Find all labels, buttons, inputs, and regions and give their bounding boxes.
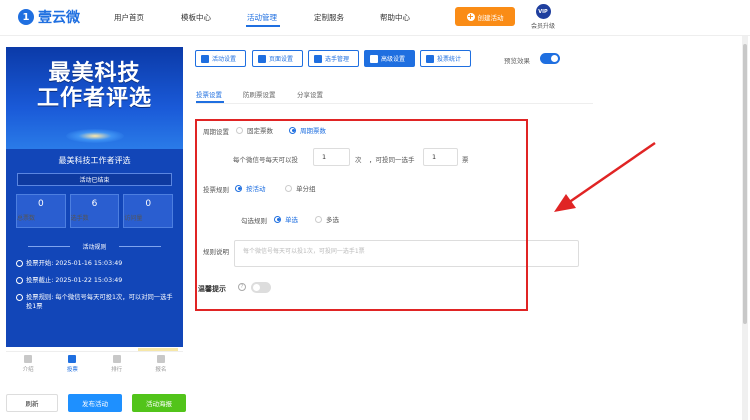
create-activity-label: 创建活动 bbox=[477, 13, 504, 22]
nav-user-home[interactable]: 用户首页 bbox=[114, 12, 144, 23]
nav-custom-service[interactable]: 定制服务 bbox=[314, 12, 344, 23]
plus-icon: + bbox=[466, 11, 475, 21]
tab-intro[interactable]: 介绍 bbox=[6, 352, 50, 377]
page-scrollbar-thumb[interactable] bbox=[743, 44, 747, 324]
nav-help-center[interactable]: 帮助中心 bbox=[380, 12, 410, 23]
ranking-icon bbox=[112, 355, 121, 363]
tab-vote[interactable]: 投票 bbox=[50, 352, 94, 377]
banner-glow-graphic bbox=[66, 129, 124, 143]
signup-icon bbox=[156, 355, 165, 363]
preview-banner: 最美科技 工作者评选 bbox=[6, 47, 183, 149]
banner-line-1: 最美科技 bbox=[48, 61, 141, 86]
logo[interactable]: 1 壹云微 bbox=[18, 7, 80, 27]
clock-icon bbox=[16, 260, 23, 267]
top-nav-bar: 1 壹云微 用户首页 模板中心 活动管理 定制服务 帮助中心 + 创建活动 VI… bbox=[0, 0, 750, 36]
rule-vote-end: 投票截止: 2025-01-22 15:03:49 bbox=[16, 276, 173, 285]
logo-text: 壹云微 bbox=[38, 10, 80, 26]
stat-value: 6 bbox=[91, 199, 98, 209]
tab-signup[interactable]: 报名 bbox=[139, 352, 183, 377]
refresh-button[interactable]: 刷新 bbox=[6, 394, 58, 412]
stat-label: 访问量 bbox=[124, 215, 143, 222]
rule-label: 投票开始: bbox=[26, 260, 54, 267]
bar-chart-icon bbox=[426, 54, 434, 63]
clock-icon bbox=[16, 277, 23, 284]
stat-label: 选手数 bbox=[70, 215, 89, 222]
rule-vote-rule: 投票规则: 每个微信号每天可投1次，可以对同一选手投1票 bbox=[16, 293, 173, 311]
vip-upgrade[interactable]: VIP 会员升级 bbox=[528, 4, 558, 30]
gear-icon bbox=[201, 54, 209, 63]
preview-stats: 0 总票数 6 选手数 0 访问量 bbox=[16, 194, 174, 228]
banner-line-2: 工作者评选 bbox=[36, 86, 152, 111]
vip-badge-icon: VIP bbox=[535, 4, 551, 19]
subtab-share-settings[interactable]: 分享设置 bbox=[297, 89, 323, 99]
users-icon bbox=[314, 54, 322, 63]
preview-effect-toggle[interactable] bbox=[540, 53, 560, 64]
nav-template-center[interactable]: 模板中心 bbox=[181, 12, 211, 23]
intro-icon bbox=[24, 355, 33, 363]
highlight-box bbox=[195, 119, 528, 311]
rule-label: 投票截止: bbox=[26, 277, 54, 284]
stat-players: 6 选手数 bbox=[69, 194, 120, 228]
tab-player-management[interactable]: 选手管理 bbox=[308, 50, 359, 67]
rule-value: 2025-01-16 15:03:49 bbox=[55, 260, 123, 267]
preview-tab-bar: 介绍 投票 排行 报名 bbox=[6, 351, 183, 377]
nav-active-underline bbox=[246, 25, 280, 27]
info-icon bbox=[16, 294, 23, 301]
rule-label: 投票规则: bbox=[26, 294, 54, 301]
preview-effect-label: 预览效果 bbox=[504, 57, 530, 65]
page-icon bbox=[258, 54, 266, 63]
preview-status-badge: 活动已结束 bbox=[17, 173, 172, 186]
subtab-divider bbox=[196, 103, 593, 104]
stat-value: 0 bbox=[145, 199, 152, 209]
stat-value: 0 bbox=[37, 199, 44, 209]
mobile-preview: 最美科技 工作者评选 最美科技工作者评选 活动已结束 0 总票数 6 选手数 0… bbox=[6, 47, 183, 347]
stat-visits: 0 访问量 bbox=[123, 194, 174, 228]
preview-activity-title: 最美科技工作者评选 bbox=[58, 156, 131, 165]
rules-heading: 活动规则 bbox=[16, 242, 173, 251]
activity-poster-button[interactable]: 活动海报 bbox=[132, 394, 186, 412]
stat-label: 总票数 bbox=[17, 215, 36, 222]
tab-vote-statistics[interactable]: 投票统计 bbox=[420, 50, 471, 67]
logo-icon: 1 bbox=[18, 9, 34, 25]
sliders-icon bbox=[370, 54, 378, 63]
subtab-vote-settings[interactable]: 投票设置 bbox=[196, 89, 222, 99]
vip-upgrade-label: 会员升级 bbox=[530, 23, 555, 30]
tab-advanced-settings[interactable]: 高级设置 bbox=[364, 50, 415, 67]
publish-activity-button[interactable]: 发布活动 bbox=[68, 394, 122, 412]
nav-activity-management[interactable]: 活动管理 bbox=[247, 12, 277, 23]
tab-activity-settings[interactable]: 活动设置 bbox=[195, 50, 246, 67]
rule-value: 2025-01-22 15:03:49 bbox=[55, 277, 123, 284]
create-activity-button[interactable]: + 创建活动 bbox=[455, 7, 515, 26]
rule-vote-start: 投票开始: 2025-01-16 15:03:49 bbox=[16, 259, 173, 268]
subtab-anti-fraud-settings[interactable]: 防刷票设置 bbox=[243, 89, 276, 99]
tab-ranking[interactable]: 排行 bbox=[95, 352, 139, 377]
stat-total-votes: 0 总票数 bbox=[16, 194, 66, 228]
tab-page-settings[interactable]: 页面设置 bbox=[252, 50, 303, 67]
annotation-arrow bbox=[554, 141, 656, 212]
vote-icon bbox=[68, 355, 77, 363]
